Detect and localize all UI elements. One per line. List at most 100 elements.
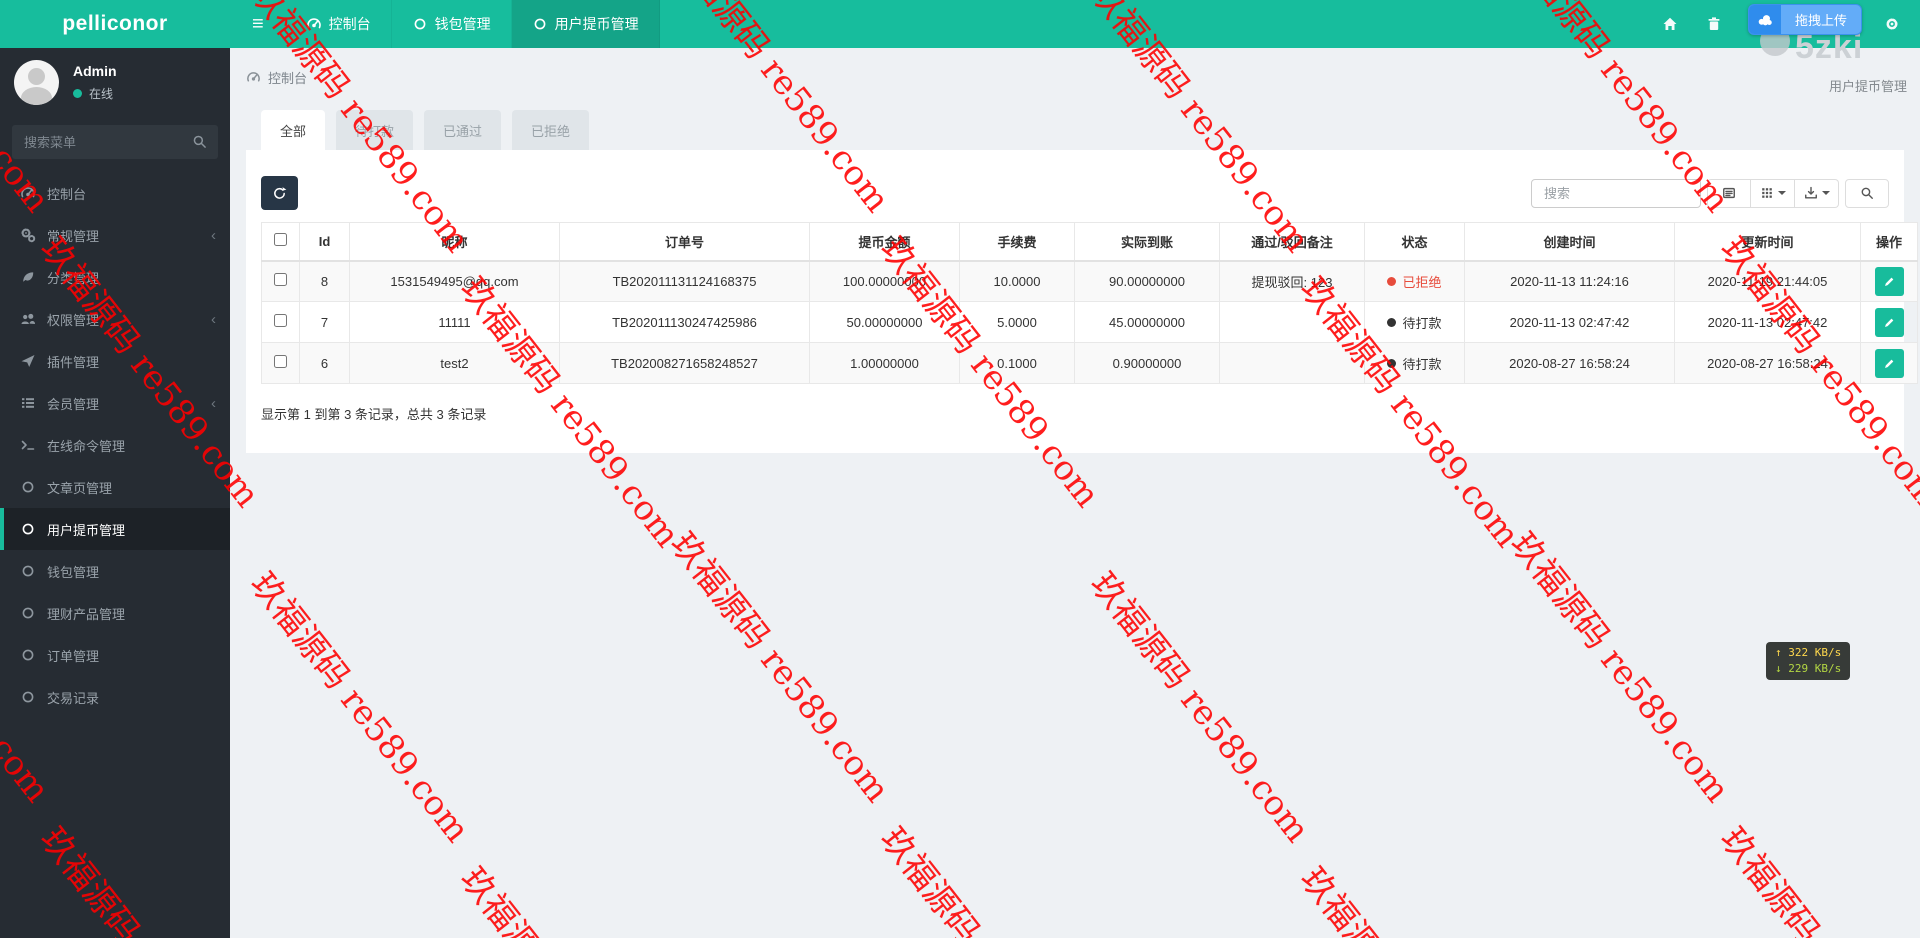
sidebar-item-9[interactable]: 钱包管理 bbox=[0, 550, 230, 592]
sidebar-item-12[interactable]: 交易记录 bbox=[0, 676, 230, 718]
sidebar-item-label: 订单管理 bbox=[47, 648, 100, 664]
magnifier-icon bbox=[1860, 186, 1874, 200]
cell-actions bbox=[1860, 342, 1918, 384]
cell-updated: 2020-11-19 21:44:05 bbox=[1674, 260, 1861, 302]
sidebar-item-4[interactable]: 插件管理 bbox=[0, 340, 230, 382]
row-checkbox[interactable] bbox=[274, 273, 287, 287]
cog-icon[interactable] bbox=[1884, 16, 1900, 32]
table-header-cell: 操作 bbox=[1860, 222, 1918, 262]
topnav-item-0[interactable]: 控制台 bbox=[286, 0, 392, 48]
drag-upload-button[interactable]: 拖拽上传 bbox=[1748, 4, 1863, 35]
chevron-left-icon: ‹ bbox=[211, 310, 216, 328]
cell-order_no: TB202011130247425986 bbox=[559, 301, 810, 343]
toolbar-button-export[interactable] bbox=[1795, 178, 1839, 208]
row-checkbox[interactable] bbox=[274, 314, 287, 327]
table-header-cell: 通过/驳回备注 bbox=[1219, 222, 1365, 262]
topnav-item-2[interactable]: 用户提币管理 bbox=[511, 0, 660, 48]
toolbar-button-grid[interactable] bbox=[1751, 178, 1795, 208]
sidebar-item-10[interactable]: 理财产品管理 bbox=[0, 592, 230, 634]
tab-2[interactable]: 已通过 bbox=[424, 110, 502, 150]
tab-0[interactable]: 全部 bbox=[261, 110, 326, 150]
circle-icon bbox=[20, 563, 36, 579]
cell-status: 待打款 bbox=[1364, 301, 1465, 343]
edit-button[interactable] bbox=[1874, 266, 1904, 296]
hamburger-icon: ≡ bbox=[252, 12, 264, 35]
pencil-icon bbox=[1883, 316, 1896, 329]
select-all-checkbox[interactable] bbox=[274, 233, 287, 247]
sidebar-item-0[interactable]: 控制台 bbox=[0, 172, 230, 214]
edit-button[interactable] bbox=[1874, 307, 1904, 337]
cell-id: 7 bbox=[299, 301, 350, 343]
cell-nickname: 1531549495@qq.com bbox=[349, 260, 560, 302]
tab-3[interactable]: 已拒绝 bbox=[512, 110, 590, 150]
gauge-icon bbox=[20, 185, 36, 201]
gears-icon bbox=[20, 227, 36, 243]
tab-1[interactable]: 待打款 bbox=[336, 110, 414, 150]
table-header-cell: 提币金额 bbox=[809, 222, 960, 262]
plane-icon bbox=[20, 353, 36, 369]
sidebar-item-5[interactable]: 会员管理 ‹ bbox=[0, 382, 230, 424]
sidebar-item-label: 插件管理 bbox=[47, 354, 100, 370]
sidebar-search-input[interactable] bbox=[12, 125, 218, 159]
cell-status: 已拒绝 bbox=[1364, 260, 1465, 302]
search-button[interactable] bbox=[1845, 178, 1889, 208]
circle-icon bbox=[532, 16, 548, 32]
sidebar-item-label: 文章页管理 bbox=[47, 480, 113, 496]
row-select-cell bbox=[261, 260, 300, 302]
pencil-icon bbox=[1883, 275, 1896, 288]
table-header-cell: Id bbox=[299, 222, 350, 262]
user-status-label: 在线 bbox=[89, 87, 114, 101]
cell-actions bbox=[1860, 301, 1918, 343]
drag-upload-label: 拖拽上传 bbox=[1795, 13, 1848, 28]
table-header-cell: 手续费 bbox=[959, 222, 1075, 262]
table-header-cell: 昵称 bbox=[349, 222, 560, 262]
status-dot-icon bbox=[1387, 276, 1397, 286]
sidebar-item-7[interactable]: 文章页管理 bbox=[0, 466, 230, 508]
sidebar-item-3[interactable]: 权限管理 ‹ bbox=[0, 298, 230, 340]
grid-icon bbox=[1760, 186, 1774, 200]
chevron-left-icon: ‹ bbox=[211, 226, 216, 244]
toolbar-button-listalt[interactable] bbox=[1707, 178, 1751, 208]
circle-icon bbox=[20, 647, 36, 663]
sidebar-item-11[interactable]: 订单管理 bbox=[0, 634, 230, 676]
refresh-button[interactable] bbox=[261, 176, 298, 210]
sidebar-item-1[interactable]: 常规管理 ‹ bbox=[0, 214, 230, 256]
gauge-icon bbox=[306, 16, 322, 32]
cell-order_no: TB202011131124168375 bbox=[559, 260, 810, 302]
terminal-icon bbox=[20, 437, 36, 453]
users-icon bbox=[20, 311, 36, 327]
sidebar-toggle-button[interactable]: ≡ bbox=[230, 0, 286, 48]
sidebar-item-6[interactable]: 在线命令管理 bbox=[0, 424, 230, 466]
sidebar-item-label: 控制台 bbox=[47, 186, 87, 202]
table-header-cell: 更新时间 bbox=[1674, 222, 1861, 262]
sidebar-item-label: 会员管理 bbox=[47, 396, 100, 412]
sidebar-item-label: 在线命令管理 bbox=[47, 438, 126, 454]
cell-status: 待打款 bbox=[1364, 342, 1465, 384]
avatar bbox=[14, 60, 59, 105]
row-select-cell bbox=[261, 342, 300, 384]
topnav-item-1[interactable]: 钱包管理 bbox=[392, 0, 512, 48]
status-label: 待打款 bbox=[1402, 315, 1442, 331]
circle-icon bbox=[20, 605, 36, 621]
user-name: Admin bbox=[73, 63, 117, 79]
sidebar-item-label: 理财产品管理 bbox=[47, 606, 126, 622]
pagination-summary: 显示第 1 到第 3 条记录，总共 3 条记录 bbox=[261, 407, 487, 422]
sidebar-item-2[interactable]: 分类管理 bbox=[0, 256, 230, 298]
table-panel: Id昵称订单号提币金额手续费实际到账通过/驳回备注状态创建时间更新时间操作 81… bbox=[246, 150, 1918, 453]
cell-created: 2020-11-13 02:47:42 bbox=[1464, 301, 1675, 343]
table-search-input[interactable] bbox=[1531, 178, 1701, 208]
topnav-item-label: 用户提币管理 bbox=[554, 16, 639, 32]
cloud-icon bbox=[1756, 11, 1774, 29]
edit-button[interactable] bbox=[1874, 348, 1904, 378]
trash-icon[interactable] bbox=[1706, 16, 1722, 32]
download-speed: ↓ 229 KB/s bbox=[1775, 662, 1842, 675]
cell-id: 8 bbox=[299, 260, 350, 302]
sidebar-item-label: 钱包管理 bbox=[47, 564, 100, 580]
status-badge: 待打款 bbox=[1387, 313, 1442, 332]
home-icon[interactable] bbox=[1662, 16, 1678, 32]
page-title: 用户提币管理 bbox=[1828, 79, 1907, 94]
withdrawals-table: Id 昵称 订单号 提币金额 手续费 实际到账 通过/驳回备注 状态 创建时间 更新时间 操作 81… bbox=[261, 222, 1918, 384]
sidebar-item-8[interactable]: 用户提币管理 bbox=[0, 508, 230, 550]
row-checkbox[interactable] bbox=[274, 355, 287, 368]
cell-amount: 100.00000000 bbox=[809, 260, 960, 302]
